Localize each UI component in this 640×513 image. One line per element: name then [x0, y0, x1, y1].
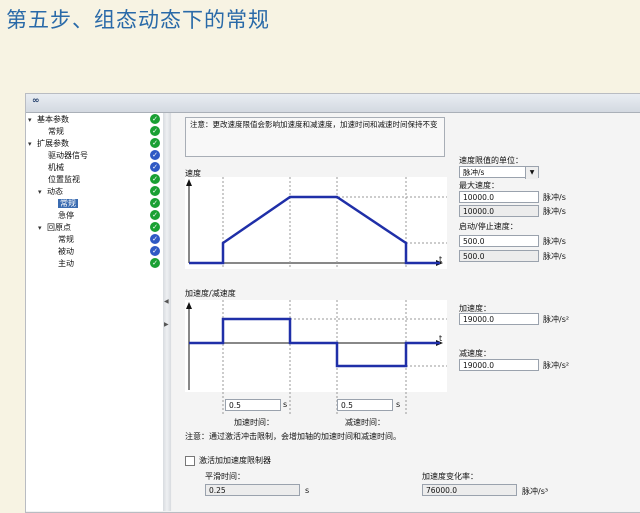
- status-ok-icon: ✓: [150, 186, 160, 196]
- tree-item-active[interactable]: 主动: [58, 258, 74, 270]
- motion-config-window: ∞ ▾ 基本参数 常规 ▾ 扩展参数 驱动器信号 机械 位置监视 ▾ 动态 常规 急停…: [25, 93, 640, 513]
- decel-time-field[interactable]: 0.5: [337, 399, 393, 411]
- accel-chart-label: 加速度/减速度: [185, 289, 236, 298]
- note-jerk-limit: 注意：通过激活冲击限制，会增加轴的加速时间和减速时间。: [185, 432, 401, 441]
- smooth-time-unit: s: [305, 486, 310, 495]
- status-ok-icon: ✓: [150, 138, 160, 148]
- startstop-speed-unit: 脉冲/s: [543, 237, 566, 246]
- speed-chart: t: [185, 177, 447, 269]
- status-ok-icon: ✓: [150, 174, 160, 184]
- max-speed-field-2: 10000.0: [459, 205, 539, 217]
- slide-title: 第五步、组态动态下的常规: [6, 8, 270, 32]
- tree-item-extended-params[interactable]: ▾ 扩展参数: [28, 138, 69, 150]
- status-default-icon: ✓: [150, 234, 160, 244]
- status-default-icon: ✓: [150, 246, 160, 256]
- acceleration-field[interactable]: 19000.0: [459, 313, 539, 325]
- acceleration-unit: 脉冲/s²: [543, 315, 570, 324]
- deceleration-unit: 脉冲/s²: [543, 361, 570, 370]
- chevron-down-icon[interactable]: ▼: [525, 167, 538, 179]
- status-ok-icon: ✓: [150, 126, 160, 136]
- decel-time-unit: s: [396, 400, 401, 409]
- speed-unit-value: 脉冲/s: [463, 168, 485, 177]
- tree-item-emergency-stop[interactable]: 急停: [58, 210, 74, 222]
- deceleration-label: 减速度：: [459, 349, 491, 358]
- smooth-time-label: 平滑时间：: [205, 472, 245, 481]
- tree-item-drive-signals[interactable]: 驱动器信号: [48, 150, 88, 162]
- accel-chart-t-axis-label: t: [439, 334, 443, 343]
- tree-item-dynamics-general[interactable]: 常规: [58, 198, 78, 210]
- jerk-limiter-checkbox[interactable]: [185, 456, 195, 466]
- status-ok-icon: ✓: [150, 210, 160, 220]
- status-ok-icon: ✓: [150, 114, 160, 124]
- dynamics-general-panel: 注意：更改速度限值会影响加速度和减速度，加速时间和减速时间保持不变 速度 t 加…: [172, 113, 640, 511]
- startstop-speed-field[interactable]: 500.0: [459, 235, 539, 247]
- speed-unit-label: 速度限值的单位：: [459, 156, 523, 165]
- chevron-left-icon[interactable]: ◀: [164, 298, 169, 305]
- tree-item-mechanics[interactable]: 机械: [48, 162, 64, 174]
- panel-splitter[interactable]: ◀ ▶: [163, 113, 171, 511]
- accel-time-unit: s: [283, 400, 288, 409]
- speed-chart-axes: [186, 177, 447, 269]
- speed-chart-t-axis-label: t: [439, 255, 443, 264]
- tree-item-basic-params[interactable]: ▾ 基本参数: [28, 114, 69, 126]
- deceleration-field[interactable]: 19000.0: [459, 359, 539, 371]
- jerk-limiter-label: 激活加加速度限制器: [199, 456, 271, 465]
- max-speed-unit: 脉冲/s: [543, 193, 566, 202]
- max-speed-label: 最大速度：: [459, 181, 499, 190]
- tree-item-dynamics[interactable]: ▾ 动态: [38, 186, 63, 198]
- status-ok-icon: ✓: [150, 198, 160, 208]
- speed-profile-curve: [189, 195, 440, 265]
- startstop-speed-field-2: 500.0: [459, 250, 539, 262]
- accel-chart-axes: [186, 300, 447, 392]
- jerk-label: 加速度变化率：: [422, 472, 478, 481]
- tree-item-passive[interactable]: 被动: [58, 246, 74, 258]
- max-speed-field[interactable]: 10000.0: [459, 191, 539, 203]
- tree-item-position-monitoring[interactable]: 位置监视: [48, 174, 80, 186]
- link-icon[interactable]: ∞: [32, 96, 40, 106]
- accel-time-label: 加速时间：: [234, 418, 274, 427]
- jerk-field[interactable]: 76000.0: [422, 484, 517, 496]
- status-default-icon: ✓: [150, 150, 160, 160]
- startstop-speed-label: 启动/停止速度：: [459, 222, 518, 231]
- tree-item-general[interactable]: 常规: [48, 126, 64, 138]
- toolbar: ∞: [26, 94, 640, 113]
- decel-time-label: 减速时间：: [345, 418, 385, 427]
- tree-item-homing-general[interactable]: 常规: [58, 234, 74, 246]
- status-default-icon: ✓: [150, 162, 160, 172]
- navigation-tree: ▾ 基本参数 常规 ▾ 扩展参数 驱动器信号 机械 位置监视 ▾ 动态 常规 急停 ▾…: [26, 113, 164, 511]
- accel-chart: t: [185, 300, 447, 392]
- accel-time-field[interactable]: 0.5: [225, 399, 281, 411]
- status-ok-icon: ✓: [150, 222, 160, 232]
- startstop-speed-unit-2: 脉冲/s: [543, 252, 566, 261]
- jerk-unit: 脉冲/s³: [522, 487, 549, 496]
- tree-item-homing[interactable]: ▾ 回原点: [38, 222, 71, 234]
- chevron-right-icon[interactable]: ▶: [164, 321, 169, 328]
- note-speed-limit: 注意：更改速度限值会影响加速度和减速度，加速时间和减速时间保持不变: [185, 117, 445, 157]
- max-speed-unit-2: 脉冲/s: [543, 207, 566, 216]
- speed-unit-select[interactable]: 脉冲/s ▼: [459, 166, 539, 179]
- status-ok-icon: ✓: [150, 258, 160, 268]
- smooth-time-field[interactable]: 0.25: [205, 484, 300, 496]
